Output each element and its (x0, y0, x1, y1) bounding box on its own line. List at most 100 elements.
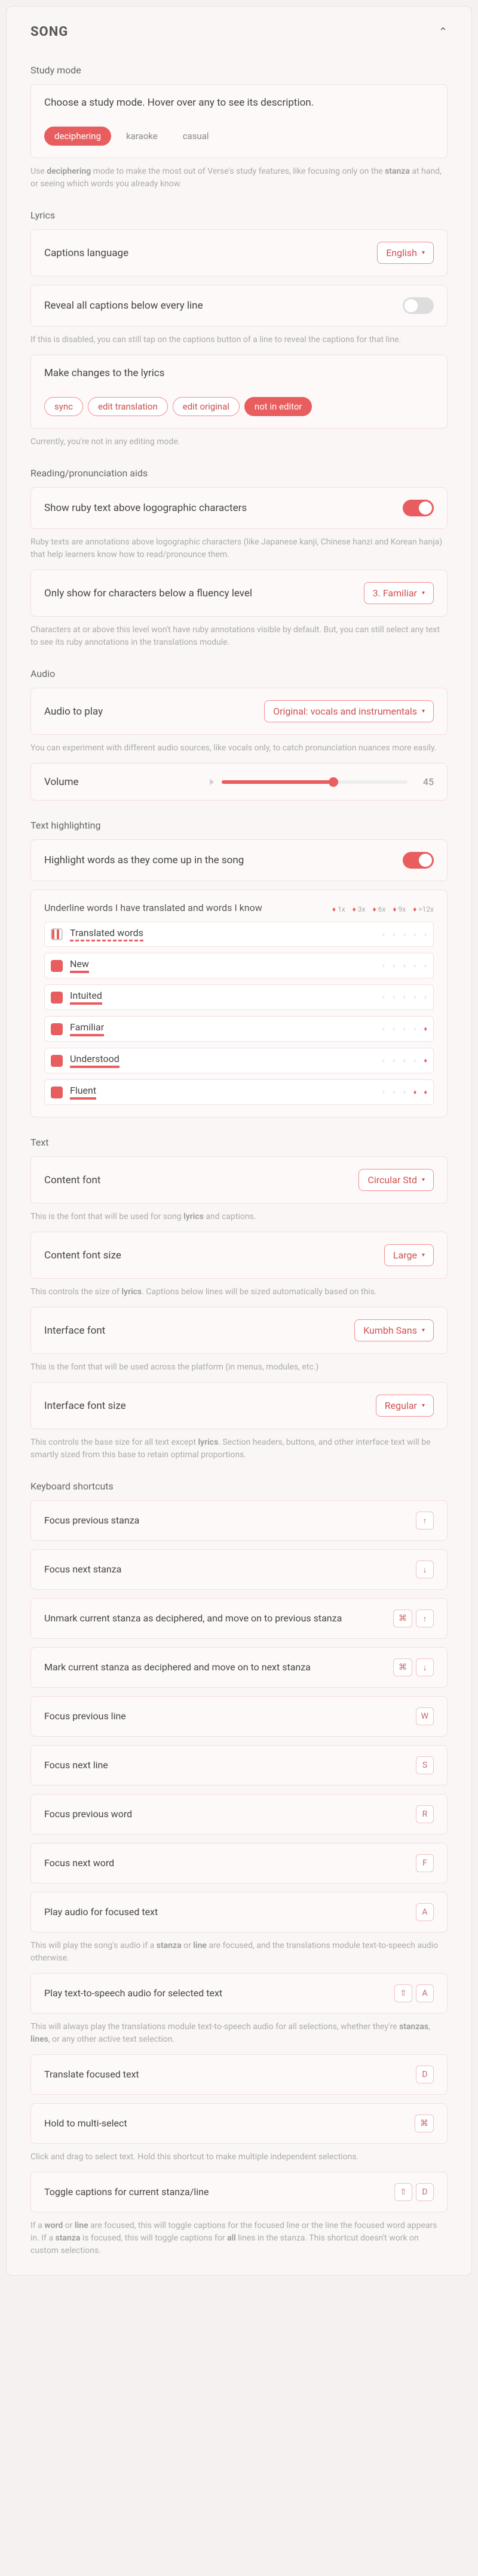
contentFont-select[interactable]: Circular Std▾ (358, 1169, 434, 1191)
shortcut-label: Toggle captions for current stanza/line (44, 2186, 209, 2199)
drop-icon: ♦ (413, 962, 417, 970)
interfaceSize-select[interactable]: Regular▾ (376, 1395, 434, 1417)
key: ↑ (416, 1512, 434, 1529)
study-mode-heading: Study mode (30, 64, 448, 76)
shortcut-label: Focus next word (44, 1857, 114, 1870)
drop-icon: ♦ (424, 993, 427, 1001)
drop-icon: ♦ (382, 993, 385, 1001)
key: F (416, 1854, 434, 1872)
audio-source-select[interactable]: Original: vocals and instrumentals▾ (264, 700, 434, 722)
contentSize-select[interactable]: Large▾ (384, 1244, 434, 1266)
chevron-down-icon: ▾ (422, 1177, 425, 1183)
word-checkbox[interactable] (51, 1087, 63, 1098)
edit-option-edit-original[interactable]: edit original (173, 397, 240, 416)
drop-icon: ♦ (382, 1088, 385, 1096)
shortcut-label: Focus previous word (44, 1808, 132, 1821)
shortcut-note: If a word or line are focused, this will… (30, 2220, 448, 2257)
captions-language-row: Captions language English▾ (30, 229, 448, 276)
interfaceFont-select[interactable]: Kumbh Sans▾ (354, 1319, 434, 1341)
drop-icon: ♦ (413, 931, 417, 938)
edit-option-sync[interactable]: sync (44, 397, 83, 416)
drop-icon: ♦ (403, 962, 406, 970)
chevron-down-icon: ▾ (422, 708, 425, 715)
contentFont-note: This is the font that will be used for s… (30, 1211, 448, 1223)
word-checkbox[interactable] (51, 992, 63, 1004)
interfaceFont-label: Interface font (44, 1325, 105, 1337)
study-mode-note: Use deciphering mode to make the most ou… (30, 165, 448, 190)
study-mode-casual[interactable]: casual (173, 127, 219, 146)
underline-legend-title: Underline words I have translated and wo… (44, 902, 262, 913)
key: A (416, 1984, 434, 2002)
shortcut-note: This will play the song's audio if a sta… (30, 1940, 448, 1965)
highlight-words-toggle[interactable] (403, 852, 434, 869)
reveal-captions-toggle[interactable] (403, 297, 434, 314)
fluency-row: Only show for characters below a fluency… (30, 570, 448, 617)
word-name: Understood (70, 1053, 120, 1068)
contentSize-label: Content font size (44, 1249, 121, 1261)
reveal-captions-row: Reveal all captions below every line (30, 285, 448, 327)
chevron-down-icon: ▾ (422, 250, 425, 256)
shortcut-label: Hold to multi-select (44, 2117, 127, 2130)
key: ⌘ (393, 1658, 412, 1676)
key-combo: S (416, 1756, 434, 1774)
key-combo: ⌘↑ (393, 1609, 434, 1627)
key: S (416, 1756, 434, 1774)
drop-icon: ♦ (393, 1088, 396, 1096)
drop-legend-item: ♦1x (332, 905, 345, 913)
captions-language-select[interactable]: English▾ (377, 242, 434, 264)
shortcut-label: Translate focused text (44, 2068, 139, 2081)
key: R (416, 1805, 434, 1823)
interfaceSize-label: Interface font size (44, 1400, 126, 1412)
drop-icon: ♦ (403, 1025, 406, 1033)
drop-icon: ♦ (373, 905, 376, 913)
underline-legend-card: Underline words I have translated and wo… (30, 890, 448, 1118)
word-checkbox[interactable] (51, 928, 63, 940)
collapse-icon[interactable]: ⌃ (439, 26, 448, 38)
fluency-note: Characters at or above this level won't … (30, 624, 448, 649)
make-changes-options: sync edit translation edit originalnot in … (44, 397, 434, 416)
reveal-captions-note: If this is disabled, you can still tap o… (30, 334, 448, 346)
contentSize-note: This controls the size of lyrics. Captio… (30, 1286, 448, 1298)
study-mode-options: deciphering karaoke casual (44, 127, 434, 146)
word-row-translated-words: Translated words♦♦♦♦♦ (44, 922, 434, 947)
make-changes-label: Make changes to the lyrics (44, 367, 434, 379)
shortcut-row: Mark current stanza as deciphered and mo… (30, 1647, 448, 1688)
edit-option-not-in-editor[interactable]: not in editor (244, 397, 312, 416)
drop-icon: ♦ (403, 1057, 406, 1064)
study-mode-karaoke[interactable]: karaoke (116, 127, 168, 146)
key-combo: ↓ (416, 1561, 434, 1578)
drop-icon: ♦ (353, 905, 356, 913)
drop-icon: ♦ (403, 931, 406, 938)
captions-language-label: Captions language (44, 247, 128, 259)
drop-icon: ♦ (403, 993, 406, 1001)
volume-icon: 🕨 (207, 775, 213, 788)
drop-icon: ♦ (413, 1057, 417, 1064)
word-row-fluent: Fluent♦♦♦♦♦ (44, 1079, 434, 1105)
shortcut-row: Focus previous lineW (30, 1696, 448, 1737)
word-checkbox[interactable] (51, 1055, 63, 1067)
key-combo: ⌘ (415, 2115, 434, 2132)
drop-icon: ♦ (382, 931, 385, 938)
fluency-select[interactable]: 3. Familiar▾ (364, 582, 434, 604)
edit-option-edit-translation[interactable]: edit translation (88, 397, 168, 416)
study-mode-deciphering[interactable]: deciphering (44, 127, 111, 146)
chevron-down-icon: ▾ (422, 1252, 425, 1258)
study-mode-prompt: Choose a study mode. Hover over any to s… (44, 97, 434, 109)
key-combo: R (416, 1805, 434, 1823)
drop-icon: ♦ (424, 931, 427, 938)
drop-icon: ♦ (393, 905, 396, 913)
interfaceSize-note: This controls the base size for all text… (30, 1436, 448, 1461)
shortcut-label: Focus previous stanza (44, 1514, 139, 1527)
drop-icon: ♦ (424, 1025, 427, 1033)
word-checkbox[interactable] (51, 960, 63, 972)
audio-heading: Audio (30, 668, 448, 679)
word-checkbox[interactable] (51, 1023, 63, 1035)
word-row-new: New♦♦♦♦♦ (44, 953, 434, 978)
word-name: New (70, 958, 89, 973)
ruby-toggle[interactable] (403, 500, 434, 516)
drop-icon: ♦ (382, 1025, 385, 1033)
volume-slider[interactable] (222, 780, 407, 784)
key-combo: ⇧A (394, 1984, 434, 2002)
shortcut-label: Play text-to-speech audio for selected t… (44, 1987, 222, 2000)
shortcut-note: This will always play the translations m… (30, 2021, 448, 2046)
